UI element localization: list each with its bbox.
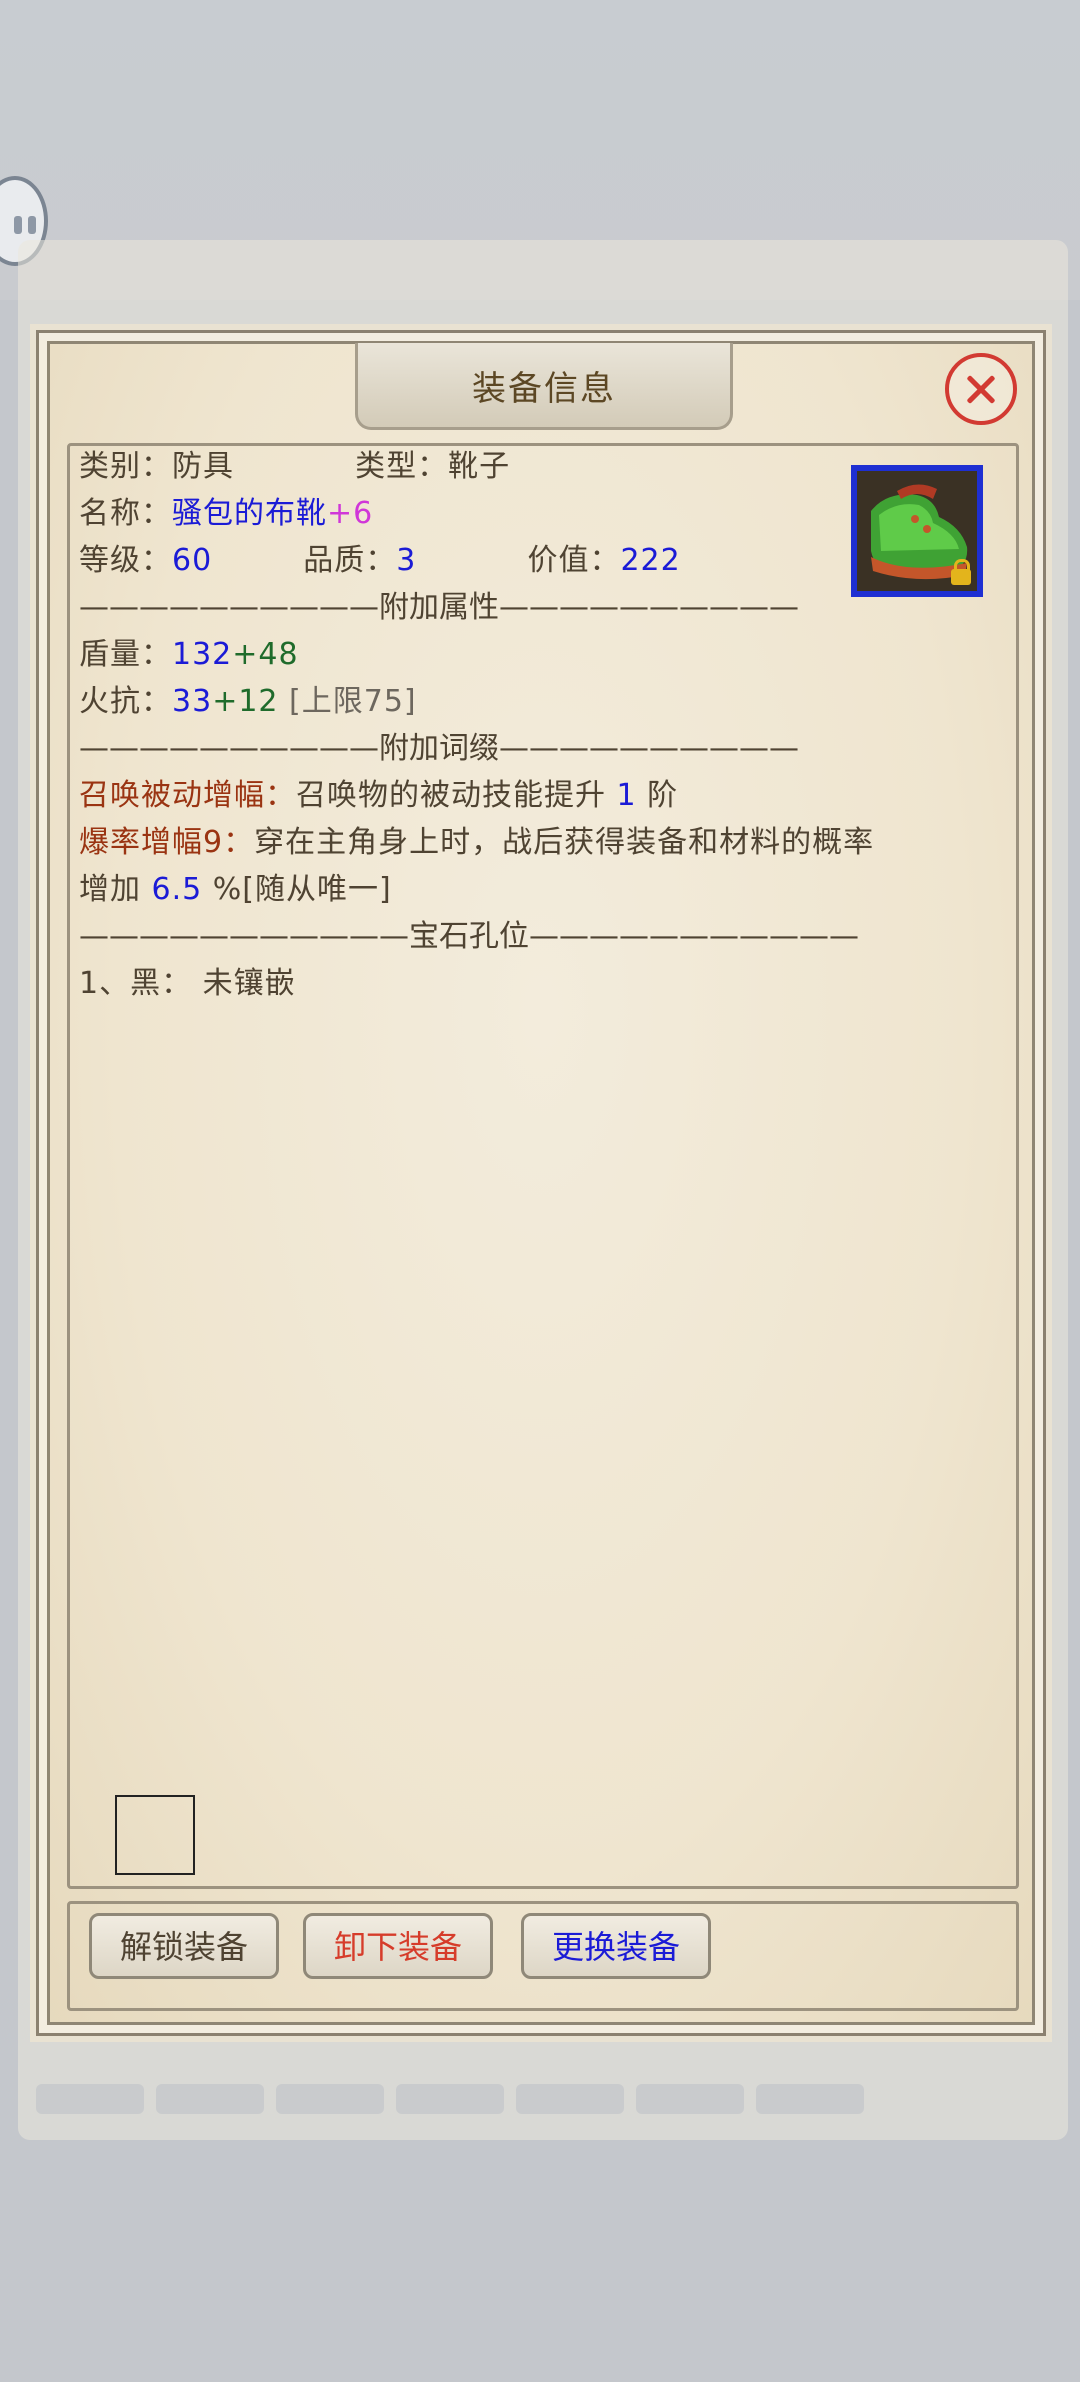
quality-label: 品质： bbox=[303, 543, 397, 578]
background-tab-strip bbox=[36, 2084, 1056, 2114]
attribute-label: 盾量： bbox=[79, 637, 172, 672]
affix-value: 1 bbox=[616, 778, 637, 813]
close-button[interactable] bbox=[945, 353, 1017, 425]
name-row: 名称：骚包的布靴+6 bbox=[79, 494, 373, 534]
affix-row-continued: 增加 6.5 %[随从唯一] bbox=[79, 870, 392, 910]
replace-equipment-button[interactable]: 更换装备 bbox=[521, 1913, 711, 1979]
attribute-row: 火抗：33+12 [上限75] bbox=[79, 682, 417, 722]
affix-row: 爆率增幅9：穿在主角身上时，战后获得装备和材料的概率 bbox=[79, 823, 874, 863]
background-tab bbox=[636, 2084, 744, 2114]
quality-value: 3 bbox=[396, 543, 417, 578]
level-quality-price-row: 等级：60 品质：3 价值：222 bbox=[79, 541, 681, 581]
affix-text: 穿在主角身上时，战后获得装备和材料的概率 bbox=[254, 825, 875, 860]
unequip-button[interactable]: 卸下装备 bbox=[303, 1913, 493, 1979]
category-value: 防具 bbox=[172, 449, 234, 484]
price-value: 222 bbox=[620, 543, 681, 578]
enhance-level: +6 bbox=[327, 496, 374, 531]
category-type-row: 类别：防具 类型：靴子 bbox=[79, 447, 510, 487]
type-value: 靴子 bbox=[448, 449, 511, 484]
dialog-title-plate: 装备信息 bbox=[355, 343, 733, 430]
attribute-cap: [上限75] bbox=[289, 684, 417, 719]
attribute-bonus: +48 bbox=[232, 637, 299, 672]
affixes-divider: ——————————附加词缀—————————— bbox=[79, 731, 799, 766]
gem-slot-row: 1、黑： 未镶嵌 bbox=[79, 964, 296, 1004]
pause-bar-icon bbox=[28, 216, 36, 234]
affix-name: 召唤被动增幅： bbox=[79, 778, 296, 813]
background-tab bbox=[276, 2084, 384, 2114]
category-label: 类别： bbox=[79, 449, 172, 484]
gem-slot-text: 1、黑： 未镶嵌 bbox=[79, 966, 296, 1001]
background-tab bbox=[36, 2084, 144, 2114]
attribute-base: 33 bbox=[172, 684, 213, 719]
attribute-row: 盾量：132+48 bbox=[79, 635, 299, 675]
attributes-divider: ——————————附加属性—————————— bbox=[79, 590, 799, 625]
gem-slots-divider: ———————————宝石孔位——————————— bbox=[79, 919, 859, 954]
unlock-equipment-button[interactable]: 解锁装备 bbox=[89, 1913, 279, 1979]
price-label: 价值： bbox=[527, 543, 621, 578]
dialog-title: 装备信息 bbox=[472, 368, 616, 409]
level-label: 等级： bbox=[79, 543, 172, 578]
background-tab bbox=[516, 2084, 624, 2114]
lock-icon bbox=[951, 559, 971, 585]
empty-slot-box[interactable] bbox=[115, 1795, 195, 1875]
attribute-base: 132 bbox=[172, 637, 233, 672]
equipment-info-dialog: 装备信息 类别：防具 类型：靴子 名称：骚包的布靴+6 等级：60 品质：3 价… bbox=[36, 330, 1046, 2036]
affix-suffix: %[随从唯一] bbox=[202, 872, 392, 907]
attribute-bonus: +12 bbox=[212, 684, 279, 719]
type-label: 类型： bbox=[355, 449, 449, 484]
affix-suffix: 阶 bbox=[636, 778, 679, 813]
affix-text: 召唤物的被动技能提升 bbox=[296, 778, 617, 813]
item-icon[interactable] bbox=[851, 465, 983, 597]
background-tab bbox=[396, 2084, 504, 2114]
affix-name: 爆率增幅9： bbox=[79, 825, 255, 860]
name-label: 名称： bbox=[79, 496, 172, 531]
affix-row: 召唤被动增幅：召唤物的被动技能提升 1 阶 bbox=[79, 776, 678, 816]
affix-text: 增加 bbox=[79, 872, 152, 907]
pause-bar-icon bbox=[14, 216, 22, 234]
level-value: 60 bbox=[172, 543, 213, 578]
background-tab bbox=[156, 2084, 264, 2114]
affix-value: 6.5 bbox=[151, 872, 203, 907]
background-tab bbox=[756, 2084, 864, 2114]
attribute-label: 火抗： bbox=[79, 684, 172, 719]
item-name: 骚包的布靴 bbox=[172, 496, 327, 531]
